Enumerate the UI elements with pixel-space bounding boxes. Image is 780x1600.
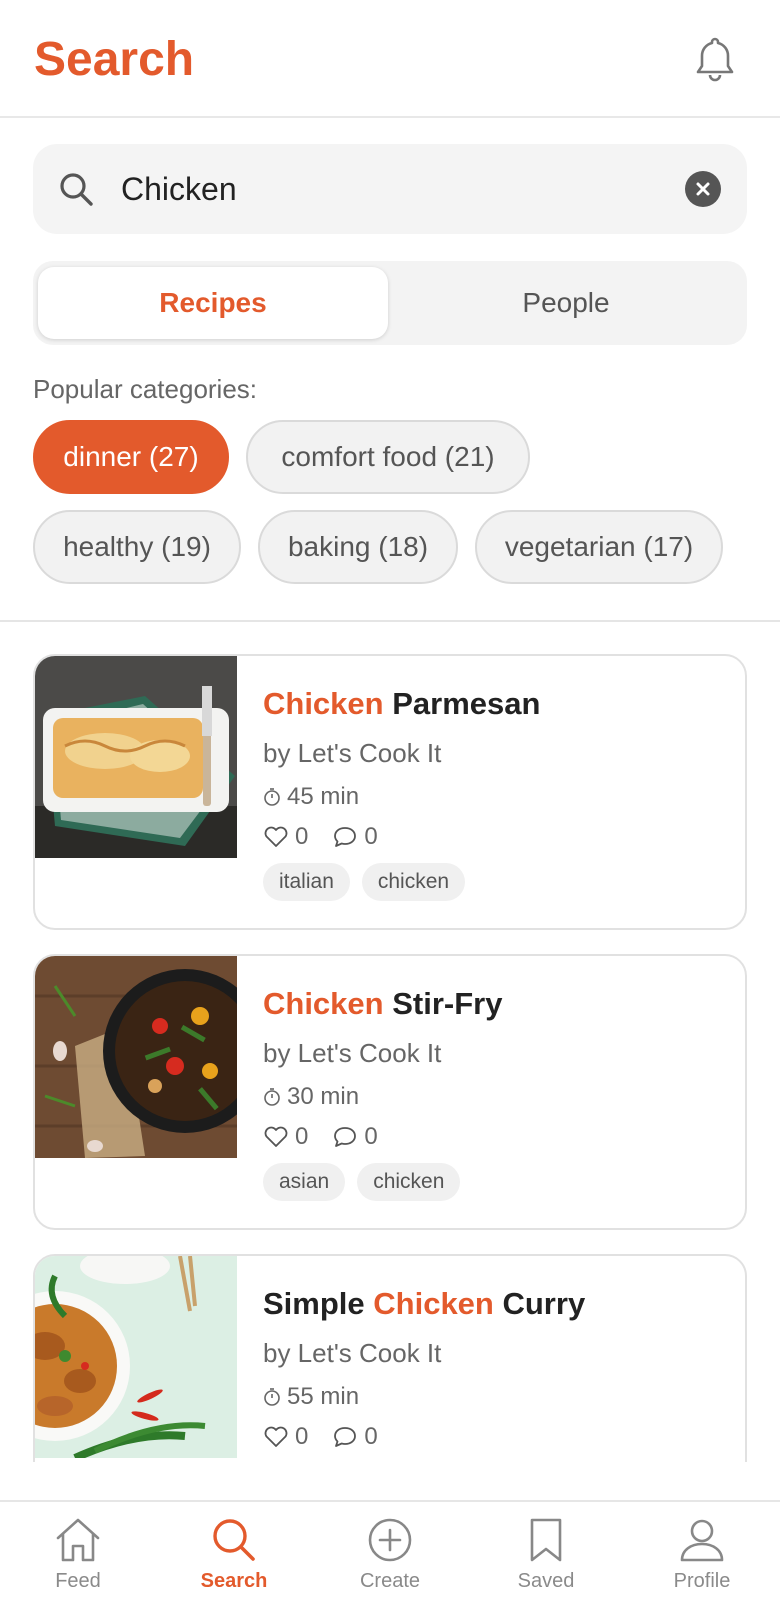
- timer-icon: [264, 1388, 280, 1406]
- recipe-stats: 0 0: [263, 823, 723, 851]
- search-icon: [60, 173, 93, 206]
- like-button[interactable]: 0: [263, 1423, 308, 1451]
- recipe-author[interactable]: by Let's Cook It: [263, 738, 723, 769]
- nav-item-saved[interactable]: Saved: [468, 1516, 624, 1593]
- comment-icon: [334, 1127, 357, 1147]
- section-divider: [0, 620, 780, 622]
- comment-icon: [334, 1427, 357, 1447]
- search-bar[interactable]: [33, 144, 747, 234]
- search-highlight: Chicken: [263, 986, 384, 1021]
- tab-recipes[interactable]: Recipes: [38, 267, 388, 339]
- categories-heading: Popular categories:: [33, 374, 258, 404]
- clear-search-button[interactable]: [685, 171, 721, 207]
- search-type-toggle: Recipes People: [33, 261, 747, 345]
- page-title: Search: [34, 33, 195, 86]
- nav-item-profile[interactable]: Profile: [624, 1516, 780, 1593]
- heart-icon: [264, 1126, 288, 1147]
- recipe-card[interactable]: Chicken Stir-Fry by Let's Cook It 30 min…: [33, 954, 747, 1230]
- recipe-tag[interactable]: chicken: [357, 1163, 461, 1201]
- comment-button[interactable]: 0: [332, 1423, 378, 1451]
- search-highlight: Chicken: [373, 1286, 494, 1321]
- recipe-stats: 0 0: [263, 1123, 723, 1151]
- recipe-tag[interactable]: italian: [263, 863, 350, 901]
- recipe-time: 45 min: [263, 783, 723, 811]
- bookmark-icon: [530, 1518, 562, 1562]
- recipe-tags: asian chicken: [263, 1163, 723, 1201]
- like-button[interactable]: 0: [263, 1123, 308, 1151]
- recipe-stats: 0 0: [263, 1423, 723, 1451]
- recipe-time: 30 min: [263, 1083, 723, 1111]
- scroll-clip: [0, 1462, 780, 1500]
- tab-people[interactable]: People: [391, 267, 741, 339]
- comment-button[interactable]: 0: [332, 823, 378, 851]
- plus-circle-icon: [368, 1518, 412, 1562]
- nav-item-create[interactable]: Create: [312, 1516, 468, 1593]
- timer-icon: [264, 1088, 280, 1106]
- recipe-image: [35, 656, 237, 858]
- nav-item-search[interactable]: Search: [156, 1516, 312, 1593]
- timer-icon: [264, 788, 280, 806]
- heart-icon: [264, 826, 288, 847]
- recipe-title[interactable]: Chicken Parmesan: [263, 686, 723, 722]
- category-chip-vegetarian[interactable]: vegetarian (17): [475, 510, 723, 584]
- recipe-tags: italian chicken: [263, 863, 723, 901]
- recipe-author[interactable]: by Let's Cook It: [263, 1338, 723, 1369]
- comment-icon: [334, 827, 357, 847]
- recipe-card[interactable]: Chicken Parmesan by Let's Cook It 45 min…: [33, 654, 747, 930]
- recipe-image: [35, 956, 237, 1158]
- category-chip-healthy[interactable]: healthy (19): [33, 510, 241, 584]
- clear-icon: [696, 182, 710, 196]
- category-chip-dinner[interactable]: dinner (27): [33, 420, 229, 494]
- recipe-tag[interactable]: chicken: [361, 863, 466, 901]
- recipe-tag[interactable]: asian: [263, 1163, 346, 1201]
- category-chip-baking[interactable]: baking (18): [258, 510, 458, 584]
- recipe-time: 55 min: [263, 1383, 723, 1411]
- search-input[interactable]: [121, 144, 681, 234]
- person-icon: [680, 1519, 724, 1562]
- recipe-title[interactable]: Simple Chicken Curry: [263, 1286, 723, 1322]
- home-icon: [56, 1518, 100, 1562]
- comment-button[interactable]: 0: [332, 1123, 378, 1151]
- recipe-author[interactable]: by Let's Cook It: [263, 1038, 723, 1069]
- recipe-image: [35, 1256, 237, 1458]
- like-button[interactable]: 0: [263, 823, 308, 851]
- heart-icon: [264, 1426, 288, 1447]
- search-highlight: Chicken: [263, 686, 384, 721]
- recipe-title[interactable]: Chicken Stir-Fry: [263, 986, 723, 1022]
- category-chip-comfort-food[interactable]: comfort food (21): [246, 420, 530, 494]
- search-icon: [213, 1519, 255, 1561]
- app-header: Search: [0, 0, 780, 118]
- nav-item-feed[interactable]: Feed: [0, 1516, 156, 1593]
- bell-icon[interactable]: [694, 36, 736, 82]
- bottom-nav: Feed Search Create Saved Profile: [0, 1500, 780, 1600]
